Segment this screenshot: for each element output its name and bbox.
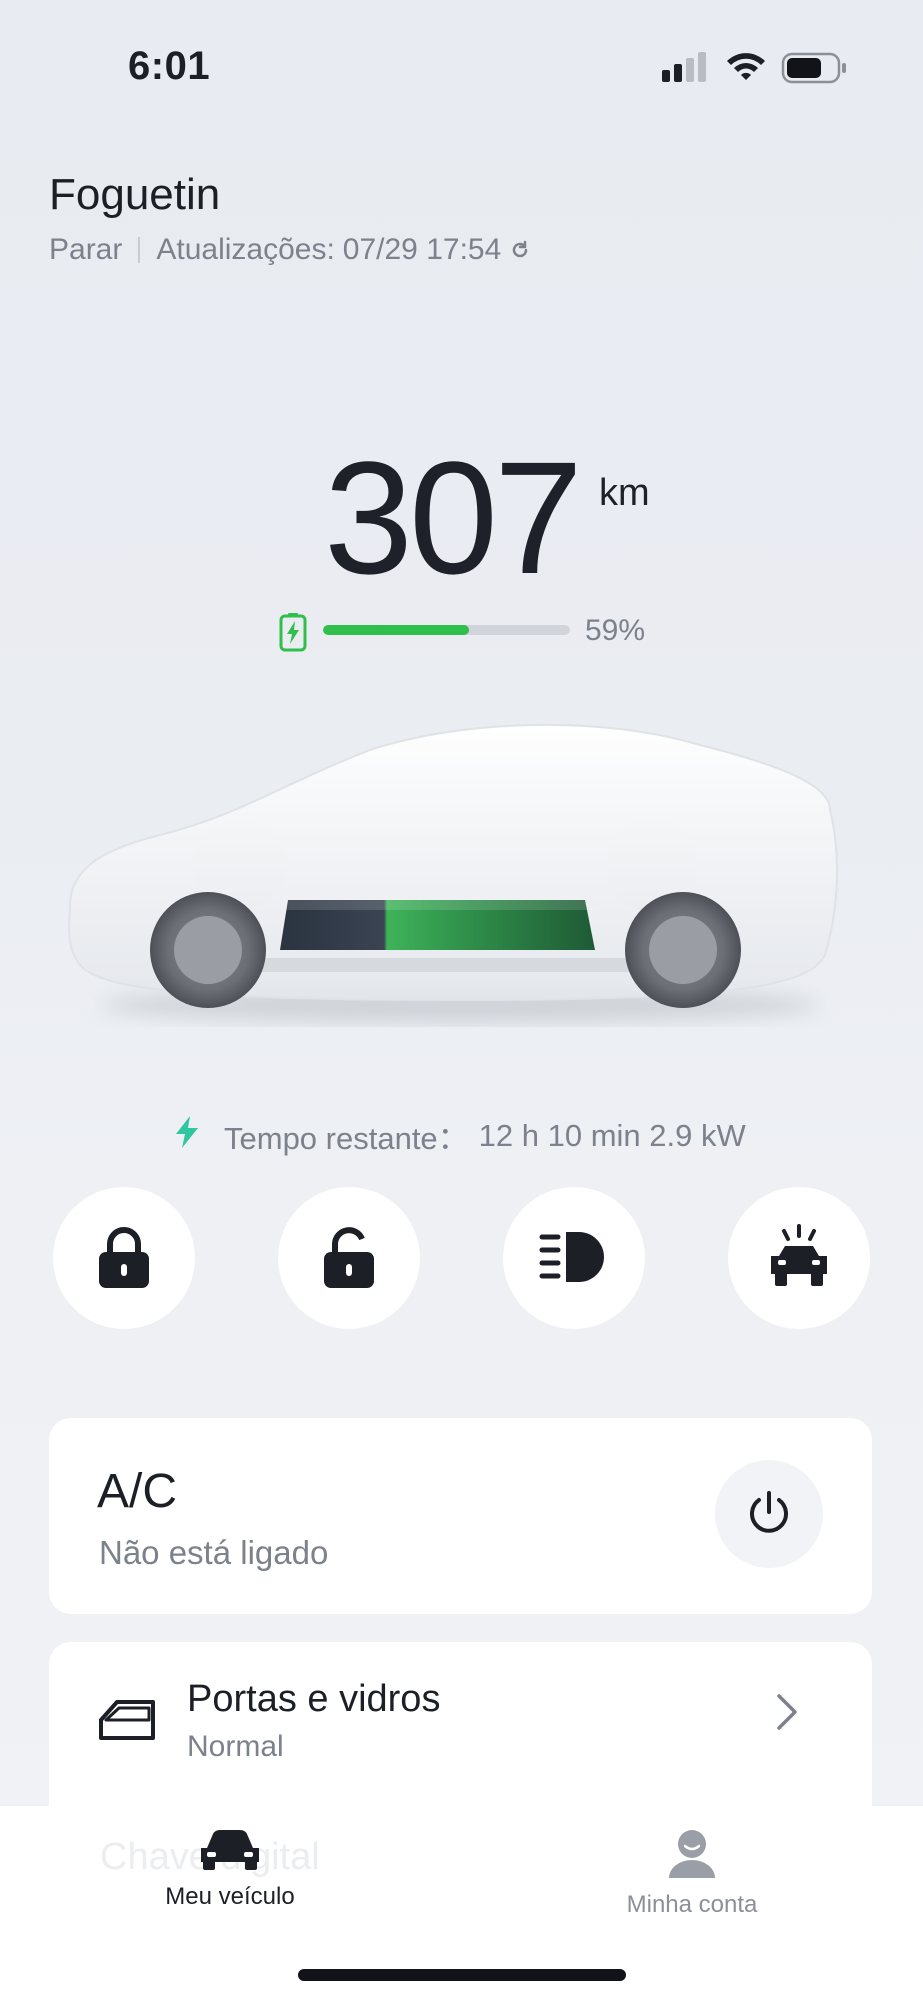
range-value: 307 [324, 428, 583, 607]
tab-my-vehicle[interactable]: Meu veículo [150, 1826, 310, 1911]
status-icons [660, 50, 850, 86]
charging-info: Tempo restante： 12 h 10 min 2.9 kW [172, 1113, 746, 1158]
refresh-icon[interactable] [509, 239, 531, 261]
cellular-signal-icon [662, 52, 706, 82]
tab-my-account[interactable]: Minha conta [612, 1826, 772, 1919]
wifi-icon [727, 53, 765, 80]
doors-status: Normal [187, 1730, 284, 1763]
find-car-button[interactable] [728, 1187, 870, 1329]
headlights-button[interactable] [503, 1187, 645, 1329]
lock-icon [96, 1224, 152, 1293]
updated-label: Atualizações: [156, 233, 335, 266]
ac-card[interactable]: A/C Não está ligado [49, 1418, 872, 1614]
range-unit: km [599, 472, 650, 514]
vehicle-status-row: Parar Atualizações: 07/29 17:54 [49, 233, 531, 267]
ac-status: Não está ligado [99, 1534, 329, 1571]
ac-title: A/C [97, 1465, 178, 1518]
headlight-icon [539, 1229, 609, 1288]
home-indicator [298, 1969, 626, 1981]
ac-power-button[interactable] [715, 1460, 823, 1568]
user-icon [665, 1826, 719, 1885]
status-time: 6:01 [128, 44, 211, 88]
battery-percent: 59% [585, 614, 646, 647]
battery-level-bar [323, 625, 570, 635]
divider [138, 237, 141, 263]
unlock-button[interactable] [278, 1187, 420, 1329]
charging-time-label: Tempo restante： [224, 1121, 469, 1156]
lock-button[interactable] [53, 1187, 195, 1329]
doors-title: Portas e vidros [187, 1678, 441, 1720]
vehicle-illustration [40, 700, 880, 1040]
chevron-right-icon [775, 1692, 799, 1737]
charging-battery-icon [279, 612, 307, 657]
car-alarm-icon [767, 1223, 831, 1293]
vehicle-state: Parar [49, 233, 123, 266]
lightning-bolt-icon [172, 1115, 202, 1157]
updated-time: 07/29 17:54 [342, 233, 502, 266]
charging-time-value: 12 h 10 min 2.9 kW [478, 1117, 746, 1153]
car-door-icon [97, 1698, 157, 1747]
unlock-icon [321, 1224, 377, 1293]
vehicle-name: Foguetin [49, 170, 221, 219]
battery-level-fill [323, 625, 469, 635]
power-icon [744, 1488, 794, 1541]
tab-my-account-label: Minha conta [626, 1891, 758, 1918]
battery-status-icon [781, 52, 846, 84]
car-icon [197, 1826, 263, 1877]
tab-my-vehicle-label: Meu veículo [165, 1883, 295, 1910]
